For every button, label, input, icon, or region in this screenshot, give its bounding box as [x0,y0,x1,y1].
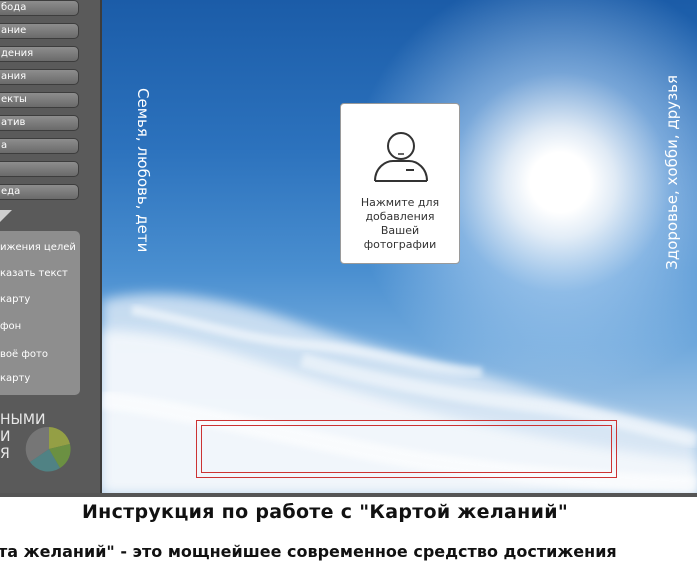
life-area-right: Здоровье, хобби, друзья [663,75,681,270]
actions-panel: ижения целей казать текст карту фон воё … [0,231,80,395]
wish-map-canvas: Семья, любовь, дети Здоровье, хобби, дру… [102,0,697,493]
action-show-text[interactable]: казать текст [0,268,68,279]
life-area-left: Семья, любовь, дети [134,88,152,253]
intro-text: та желаний" - это мощнейшее современное … [0,542,617,561]
add-photo-button[interactable]: Нажмите для добавления Вашей фотографии [340,103,460,264]
menu-item-8[interactable] [0,161,79,177]
goal-text-box-inner [201,425,612,473]
menu-item-6[interactable]: атив [0,115,79,131]
menu-item-3[interactable]: дения [0,46,79,62]
menu-item-7[interactable]: а [0,138,79,154]
menu-item-4[interactable]: ания [0,69,79,85]
brand-line-3: Я [0,446,10,462]
action-own-photo[interactable]: воё фото [0,349,48,360]
sidebar: бода ание дения ания екты атив а еда иже… [0,0,102,493]
triangle-down-icon[interactable] [0,210,12,222]
brand-block: НЫМИ И Я [0,408,100,478]
photo-prompt: Нажмите для добавления Вашей фотографии [347,196,453,252]
brand-line-2: И [0,429,11,445]
menu-item-9[interactable]: еда [0,184,79,200]
menu-item-freedom[interactable]: бода [0,0,79,16]
goal-text-box[interactable] [196,420,617,478]
photo-prompt-line-3: Вашей [380,224,420,237]
action-goal-achievement[interactable]: ижения целей [0,242,76,253]
person-icon [374,132,428,182]
pie-chart-logo [25,426,71,472]
menu-item-2[interactable]: ание [0,23,79,39]
photo-prompt-line-4: фотографии [363,238,437,251]
app-window: бода ание дения ания екты атив а еда иже… [0,0,697,566]
action-save-map[interactable]: карту [0,373,30,384]
action-print-map[interactable]: карту [0,294,30,305]
page-title: Инструкция по работе с "Картой желаний" [81,501,569,523]
divider [0,493,697,497]
action-change-background[interactable]: фон [0,321,21,332]
photo-prompt-line-1: Нажмите для [360,196,440,209]
menu-item-5[interactable]: екты [0,92,79,108]
photo-prompt-line-2: добавления [365,210,435,223]
